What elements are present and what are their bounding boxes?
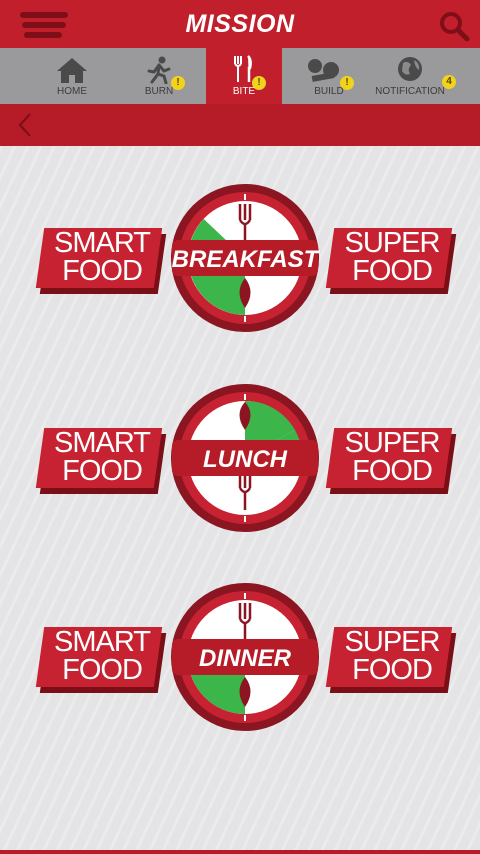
lunch-clock-button[interactable]: LUNCH [170,382,320,534]
tab-label: BITE [232,86,256,97]
home-icon [57,58,87,83]
super-food-button[interactable]: SUPER FOOD [325,228,457,294]
tab-home[interactable]: HOME [38,48,106,104]
super-food-button[interactable]: SUPER FOOD [325,428,457,494]
smart-food-button[interactable]: SMART FOOD [35,627,167,693]
tab-build[interactable]: ! BUILD [296,48,362,104]
tab-label: NOTIFICATION [375,86,445,97]
sign-line: FOOD [62,654,143,686]
tab-bar: HOME ! BURN ! BITE ! BUILD 4 NOTIFICATIO… [0,48,480,104]
sign-line: FOOD [62,255,143,287]
meal-name: DINNER [199,645,292,672]
super-food-button[interactable]: SUPER FOOD [325,627,457,693]
tab-label: BUILD [314,86,344,97]
tab-burn[interactable]: ! BURN [128,48,190,104]
dumbbell-icon [308,59,339,82]
sign-line: FOOD [352,255,433,287]
meal-row-breakfast: SMART FOOD BREAKFAST SUPER FOOD [0,182,480,342]
runner-icon [147,56,171,84]
meal-name: LUNCH [203,446,288,473]
top-bar: MISSION [0,0,480,48]
back-arrow-icon[interactable] [14,110,38,140]
tab-label: HOME [57,86,87,97]
dinner-clock-button[interactable]: DINNER [170,581,320,733]
fork-knife-icon [234,55,252,82]
tab-label: BURN [144,86,174,97]
tab-notification[interactable]: 4 NOTIFICATION [374,48,456,104]
bottom-strip [0,850,480,854]
page-title: MISSION [185,10,295,38]
search-icon[interactable] [438,10,470,42]
tab-bite[interactable]: ! BITE [206,48,282,104]
meal-row-lunch: SMART FOOD LUNCH SUPER FOOD [0,382,480,542]
meal-name: BREAKFAST [172,246,320,273]
globe-icon [398,57,422,81]
breakfast-clock-button[interactable]: BREAKFAST [170,182,320,334]
sub-bar [0,104,480,146]
sign-line: FOOD [62,455,143,487]
meal-row-dinner: SMART FOOD DINNER SUPER FOOD [0,581,480,741]
sign-line: FOOD [352,654,433,686]
sign-line: FOOD [352,455,433,487]
smart-food-button[interactable]: SMART FOOD [35,428,167,494]
smart-food-button[interactable]: SMART FOOD [35,228,167,294]
